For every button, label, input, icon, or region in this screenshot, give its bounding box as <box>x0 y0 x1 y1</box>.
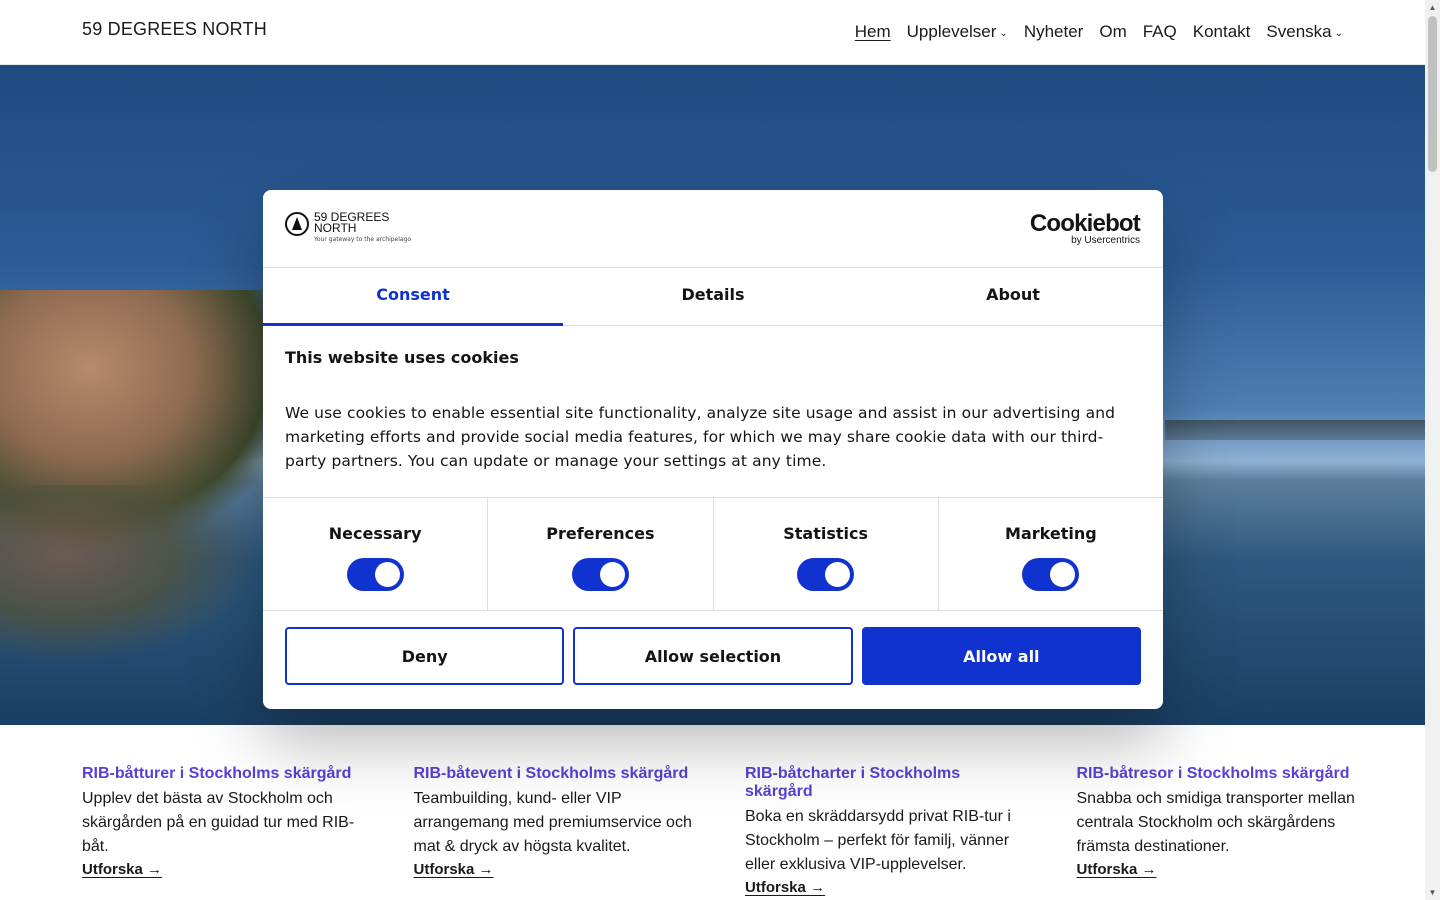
card-text: Boka en skräddarsydd privat RIB-tur i St… <box>745 808 1011 873</box>
cookiebot-logo[interactable]: Cookiebot by Usercentrics <box>1029 210 1141 246</box>
tab-consent[interactable]: Consent <box>263 268 563 326</box>
page-scrollbar[interactable]: ▲ ▼ <box>1425 0 1440 900</box>
explore-link[interactable]: Utforska → <box>82 861 162 878</box>
nav-label: FAQ <box>1142 22 1177 41</box>
nav-item-hem[interactable]: Hem <box>855 22 891 42</box>
marketing-toggle[interactable] <box>1022 558 1080 591</box>
category-marketing: Marketing <box>939 498 1163 610</box>
dialog-actions: Deny Allow selection Allow all <box>263 611 1163 701</box>
nav-label: Upplevelser <box>906 22 997 41</box>
category-necessary: Necessary <box>263 498 489 610</box>
nav-item-kontakt[interactable]: Kontakt <box>1193 22 1251 42</box>
compass-icon <box>285 212 309 236</box>
nav-label: Nyheter <box>1023 22 1084 41</box>
category-preferences: Preferences <box>488 498 714 610</box>
card-title[interactable]: RIB-båtturer i Stockholms skärgård <box>82 765 368 783</box>
logo-name-2: NORTH <box>314 221 357 235</box>
scroll-thumb[interactable] <box>1428 16 1437 172</box>
scroll-up-arrow-icon[interactable]: ▲ <box>1425 0 1440 15</box>
dialog-header: 59 DEGREES NORTH Your gateway to the arc… <box>263 190 1163 268</box>
card-title[interactable]: RIB-båtresor i Stockholms skärgård <box>1077 765 1363 783</box>
card-text: Snabba och smidiga transporter mellan ce… <box>1076 790 1355 855</box>
toggle-knob <box>825 562 851 587</box>
category-label: Marketing <box>1005 524 1097 543</box>
nav-item-upplevelser[interactable]: Upplevelser ⌄ <box>907 22 1008 42</box>
toggle-knob <box>374 562 400 587</box>
card-title[interactable]: RIB-båtevent i Stockholms skärgård <box>414 765 700 783</box>
consent-text: We use cookies to enable essential site … <box>285 404 1116 470</box>
consent-body: This website uses cookies We use cookies… <box>263 326 1163 498</box>
card-text: Upplev det bästa av Stockholm och skärgå… <box>82 790 355 855</box>
category-label: Preferences <box>546 524 655 543</box>
explore-link[interactable]: Utforska → <box>745 879 825 896</box>
nav-item-om[interactable]: Om <box>1099 22 1126 42</box>
logo-tagline: Your gateway to the archipelago <box>314 236 412 243</box>
category-label: Necessary <box>328 524 422 543</box>
dialog-tabs: Consent Details About <box>263 268 1163 326</box>
explore-link[interactable]: Utforska → <box>414 861 494 878</box>
card-title[interactable]: RIB-båtcharter i Stockholms skärgård <box>745 765 1031 801</box>
toggle-knob <box>599 562 625 587</box>
card-text: Teambuilding, kund- eller VIP arrangeman… <box>413 790 692 855</box>
consent-heading: This website uses cookies <box>285 348 519 367</box>
cookie-categories: Necessary Preferences Statistics Marketi… <box>263 498 1163 611</box>
card-tours: RIB-båtturer i Stockholms skärgård Upple… <box>82 765 368 897</box>
hero-shoreline <box>1165 420 1425 440</box>
preferences-toggle[interactable] <box>571 558 629 591</box>
main-nav: Hem Upplevelser ⌄ Nyheter Om FAQ Kontakt … <box>855 22 1343 42</box>
necessary-toggle[interactable] <box>346 558 404 591</box>
site-brand[interactable]: 59 DEGREES NORTH <box>82 19 267 40</box>
nav-label: Om <box>1099 22 1127 41</box>
card-charter: RIB-båtcharter i Stockholms skärgård Bok… <box>745 765 1031 897</box>
card-events: RIB-båtevent i Stockholms skärgård Teamb… <box>414 765 700 897</box>
experience-cards: RIB-båtturer i Stockholms skärgård Upple… <box>82 765 1362 897</box>
category-statistics: Statistics <box>714 498 939 610</box>
deny-button[interactable]: Deny <box>285 627 565 685</box>
chevron-down-icon: ⌄ <box>999 27 1008 39</box>
statistics-toggle[interactable] <box>797 558 855 591</box>
cookiebot-byline: by Usercentrics <box>1071 235 1140 246</box>
hero-reflection <box>0 485 260 665</box>
card-trips: RIB-båtresor i Stockholms skärgård Snabb… <box>1077 765 1363 897</box>
language-selector[interactable]: Svenska ⌄ <box>1266 22 1343 42</box>
site-logo: 59 DEGREES NORTH Your gateway to the arc… <box>285 211 412 244</box>
toggle-knob <box>1050 562 1076 587</box>
chevron-down-icon: ⌄ <box>1334 27 1343 39</box>
nav-label: Kontakt <box>1192 22 1251 41</box>
tab-details[interactable]: Details <box>563 268 863 325</box>
nav-label: Svenska <box>1266 22 1332 41</box>
nav-item-nyheter[interactable]: Nyheter <box>1024 22 1084 42</box>
category-label: Statistics <box>783 524 868 543</box>
site-header: 59 DEGREES NORTH Hem Upplevelser ⌄ Nyhete… <box>0 0 1425 65</box>
tab-about[interactable]: About <box>863 268 1163 325</box>
cookie-consent-dialog: 59 DEGREES NORTH Your gateway to the arc… <box>263 190 1163 709</box>
cookiebot-wordmark: Cookiebot <box>1029 210 1141 237</box>
scroll-down-arrow-icon[interactable]: ▼ <box>1425 885 1440 900</box>
nav-label: Hem <box>854 22 891 41</box>
allow-selection-button[interactable]: Allow selection <box>573 627 853 685</box>
explore-link[interactable]: Utforska → <box>1077 861 1157 878</box>
allow-all-button[interactable]: Allow all <box>861 627 1141 685</box>
nav-item-faq[interactable]: FAQ <box>1143 22 1177 42</box>
